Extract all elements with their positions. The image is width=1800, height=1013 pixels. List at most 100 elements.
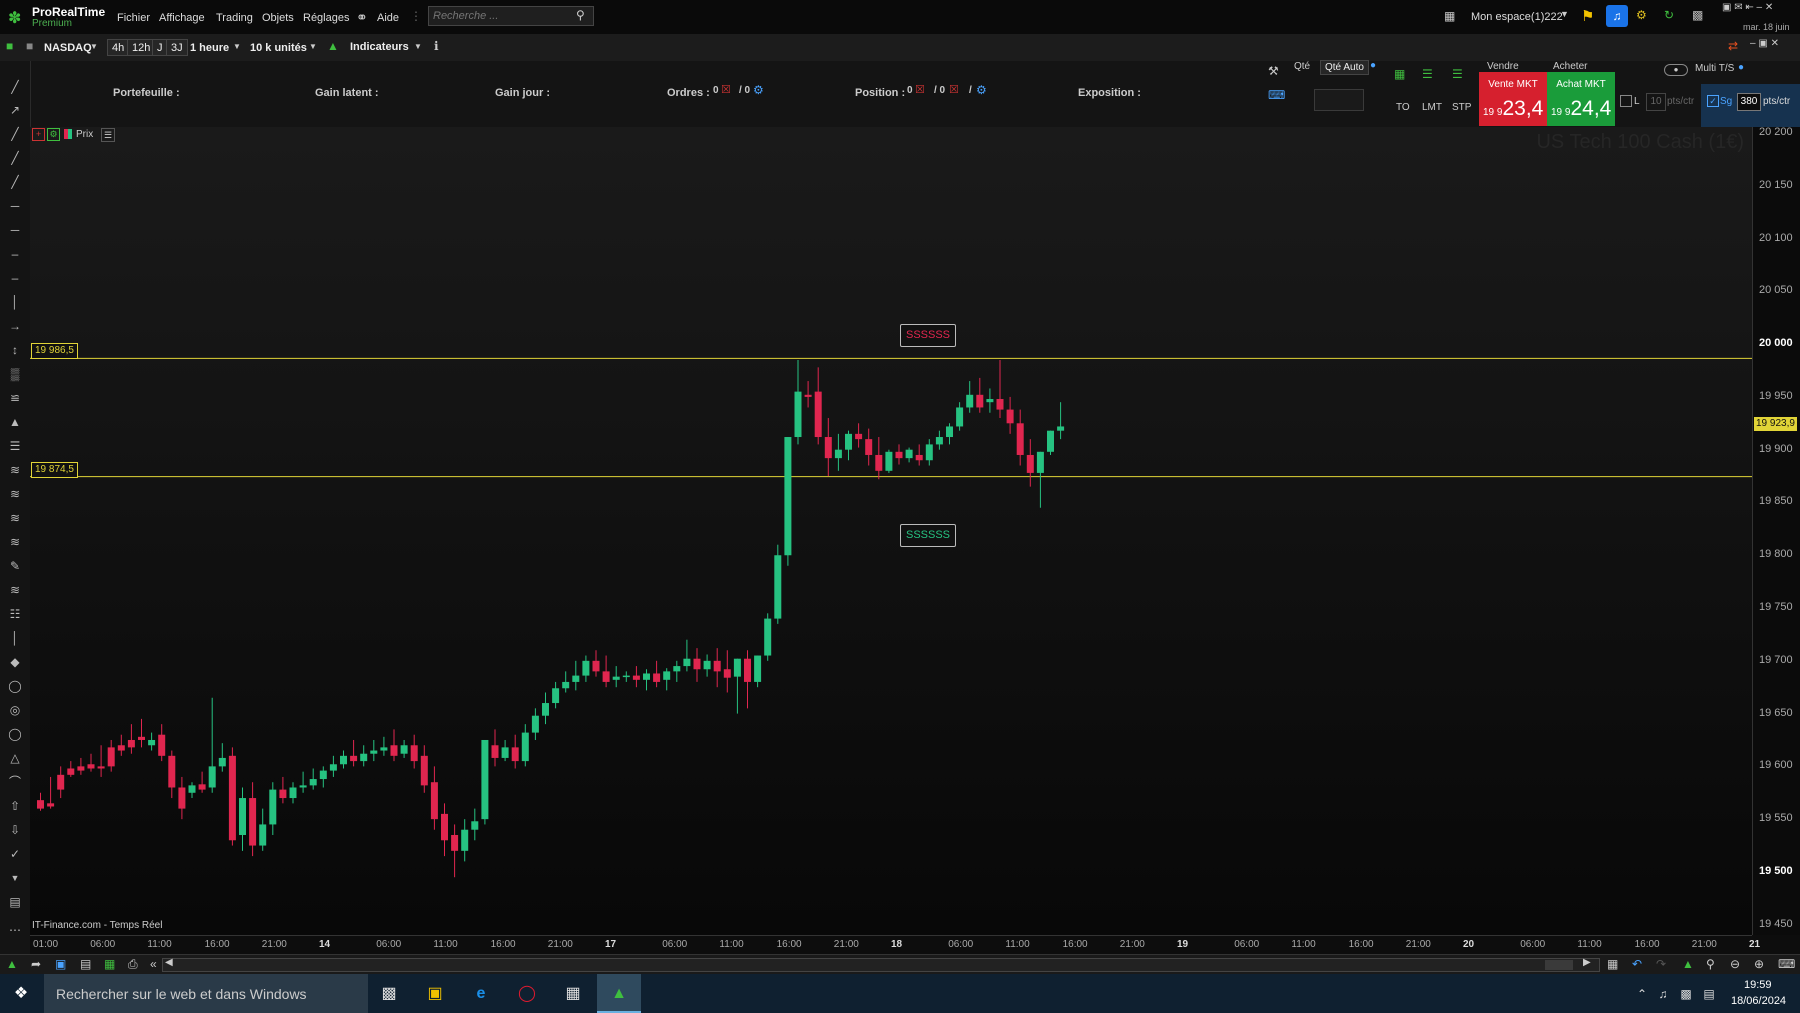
arc-tool-icon[interactable]: ⌒ [6,773,24,791]
info-icon[interactable]: ℹ [434,39,439,53]
tray-chevron-icon[interactable]: ⌃ [1631,983,1653,1005]
share-icon[interactable]: ➦ [31,957,41,971]
order-stp-icon[interactable]: ☰ [1452,67,1463,81]
position-close-icon[interactable]: ☒ [915,83,925,96]
orders-cancel-icon[interactable]: ☒ [721,83,731,96]
level-low-tag[interactable]: 19 874,5 [31,462,78,478]
volume-icon[interactable]: ♫ [1652,983,1674,1005]
check-tool-icon[interactable]: ✓ [6,845,24,863]
print-icon[interactable]: ⎙ [128,957,138,972]
sound-icon[interactable]: ♫ [1606,5,1628,27]
flag-icon[interactable]: ⚑ [1581,7,1594,25]
export-icon[interactable]: ▤ [80,957,91,971]
network-icon[interactable]: ▩ [1675,983,1697,1005]
level-high-tag[interactable]: 19 986,5 [31,343,78,359]
channel-tool-icon[interactable]: ≌ [6,389,24,407]
arrow-up-tool-icon[interactable]: ⇧ [6,797,24,815]
ray-tool-icon[interactable]: ╱ [6,149,24,167]
refresh-icon[interactable]: ↻ [1664,8,1674,22]
calendar-icon[interactable]: ▦ [1607,957,1618,971]
time-axis[interactable]: 01:00 06:00 11:00 16:00 21:00 14 06:00 11:00 16:… [30,935,1760,955]
units-selector[interactable]: 10 k unités [250,42,307,54]
autoscale-icon[interactable]: ▲ [1682,957,1694,971]
order-type-lmt[interactable]: LMT [1422,102,1442,113]
keyboard-shortcuts-icon[interactable]: ⌨ [1778,957,1795,971]
opera-browser-icon[interactable]: ◯ [516,983,538,1005]
period-3j[interactable]: 3J [166,39,188,56]
menu-aide[interactable]: Aide [377,12,399,24]
copy-icon[interactable]: ▣ [55,957,66,971]
price-chart[interactable]: + ⚙ Prix ☰ US Tech 100 Cash (1€) SSSSSS … [30,127,1752,935]
menu-objets[interactable]: Objets [262,12,294,24]
limit-value[interactable]: 10 [1646,93,1666,111]
line-tool-icon[interactable]: ╱ [6,78,24,96]
ellipse-tool-icon[interactable]: ◯ [6,677,24,695]
gann-tool-icon[interactable]: ☷ [6,605,24,623]
circle-tool-icon[interactable]: ◎ [6,701,24,719]
polyline-tool-icon[interactable]: ≋ [6,581,24,599]
eraser-tool-icon[interactable]: ◆ [6,653,24,671]
price-axis[interactable]: 20 200 20 150 20 100 20 050 20 000 19 950 19 9… [1752,126,1800,935]
hray2-tool-icon[interactable]: – [6,269,24,287]
horizontal-scrollbar[interactable]: ◀ ▶ [162,957,1600,972]
save-icon[interactable]: ▦ [1444,9,1455,23]
keyboard-icon[interactable]: ⌨ [1268,88,1285,102]
undo-icon[interactable]: ↶ [1632,957,1642,971]
order-to-icon[interactable]: ▦ [1394,67,1405,81]
triangle-tool-icon[interactable]: △ [6,749,24,767]
scroll-left-icon[interactable]: ◀ [165,957,173,968]
redo-icon[interactable]: ↷ [1656,957,1666,971]
tools-scroll-icon[interactable]: ▼ [6,869,24,887]
indicators-icon[interactable]: ▲ [327,39,339,53]
task-view-icon[interactable]: ▩ [378,983,400,1005]
timeframe-selector[interactable]: 1 heure [190,42,229,54]
sync-icon[interactable]: ⇄ [1728,39,1738,53]
hline-tool-icon[interactable]: ─ [6,197,24,215]
stop-value[interactable]: 380 [1737,93,1761,111]
qty-input[interactable] [1314,89,1364,111]
wave-tool-icon[interactable]: ≋ [6,461,24,479]
buy-market-button[interactable]: Achat MKT 19 924,4 [1547,72,1615,126]
multi-ts-toggle[interactable]: ● [1664,64,1688,76]
edge-browser-icon[interactable]: e [470,983,492,1005]
timeframe-chevron-icon[interactable]: ▼ [233,42,241,51]
measure-tool-icon[interactable]: │ [6,629,24,647]
arrow-down-tool-icon[interactable]: ⇩ [6,821,24,839]
position-reverse-icon[interactable]: ☒ [949,83,959,96]
window-icons[interactable]: ▣ ✉ ⇤ – ✕ [1722,2,1773,13]
menu-fichier[interactable]: Fichier [117,12,150,24]
indicators-button[interactable]: Indicateurs [350,41,409,53]
elliott-tool-icon[interactable]: ≋ [6,509,24,527]
orders-settings-icon[interactable]: ⚙ [753,83,764,97]
chevron-down-icon[interactable]: ▼ [1560,9,1569,19]
arrow-tool-icon[interactable]: ↗ [6,101,24,119]
segment-tool-icon[interactable]: ╱ [6,125,24,143]
menu-trading[interactable]: Trading [216,12,253,24]
zoom-in-icon[interactable]: ⊕ [1754,957,1764,971]
period-4h[interactable]: 4h [107,39,130,56]
crosshair-tool-icon[interactable]: → [6,317,24,335]
qty-auto-button[interactable]: Qté Auto [1320,60,1369,75]
scroll-back-icon[interactable]: « [150,957,157,971]
headset-icon[interactable]: ⚭ [356,9,368,26]
search-input[interactable] [428,6,594,26]
chart-window-controls[interactable]: – ▣ ✕ [1750,38,1779,49]
store-icon[interactable]: ▦ [562,983,584,1005]
order-type-stp[interactable]: STP [1452,102,1471,113]
order-type-to[interactable]: TO [1396,102,1410,113]
file-explorer-icon[interactable]: ▣ [424,983,446,1005]
taskbar-search[interactable]: Rechercher sur le web et dans Windows [44,974,368,1013]
notification-icon[interactable]: ▤ [1698,983,1720,1005]
pattern-tool-icon[interactable]: ≋ [6,533,24,551]
search-icon[interactable]: ⚲ [576,8,585,22]
hline2-tool-icon[interactable]: ─ [6,221,24,239]
zoom-fit-icon[interactable]: ⚲ [1706,957,1715,971]
tools-icon[interactable]: ⚙ [1636,8,1647,22]
workspace-selector[interactable]: Mon espace(1)222 [1471,11,1563,23]
market-selector[interactable]: NASDAQ [44,42,92,54]
hray-tool-icon[interactable]: – [6,245,24,263]
cycle-tool-icon[interactable]: ◯ [6,725,24,743]
prorealtime-taskbar-item[interactable]: ▲ [597,974,641,1013]
stop-checkbox[interactable]: ✓ [1707,95,1719,107]
chart-type-icon[interactable]: ▲ [6,957,18,971]
